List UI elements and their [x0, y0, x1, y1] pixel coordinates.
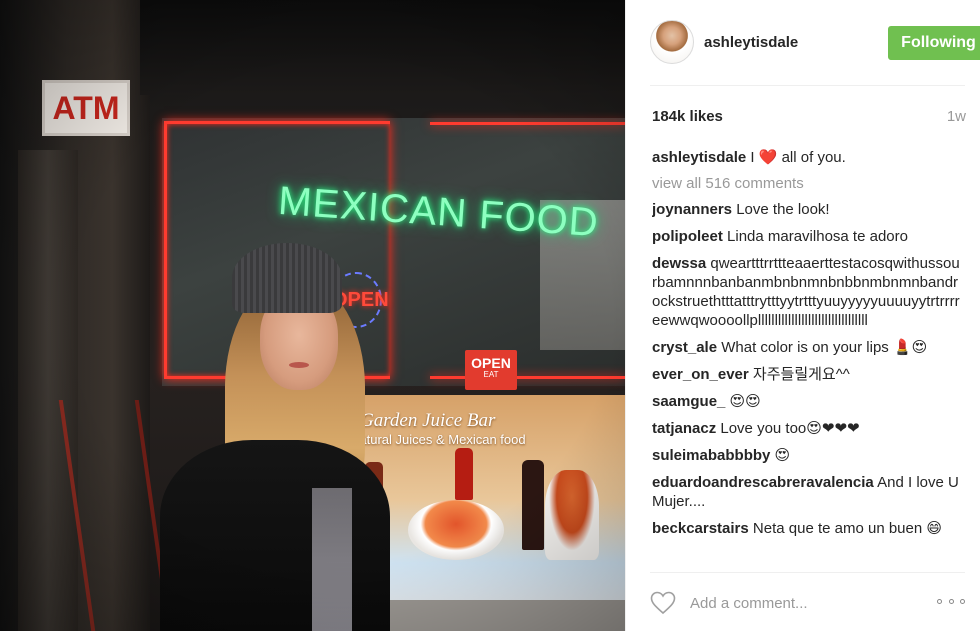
- caption-text-after: all of you.: [777, 149, 846, 166]
- sidewalk: [380, 600, 625, 631]
- comment-text: Love the look!: [736, 201, 830, 218]
- more-options-icon[interactable]: [937, 591, 965, 611]
- awning: [140, 0, 625, 95]
- comment-item: tatjanacz Love you too😍❤❤❤: [652, 419, 964, 438]
- comment-text: Neta que te amo un buen 😄: [752, 520, 943, 537]
- poster-subtitle: Natural Juices & Mexican food: [350, 432, 526, 447]
- likes-count[interactable]: 184k likes: [652, 108, 723, 125]
- soda-bottle: [522, 460, 544, 550]
- comment-item: polipoleet Linda maravilhosa te adoro: [652, 227, 964, 246]
- author-username[interactable]: ashleytisdale: [704, 34, 798, 51]
- comment-item: beckcarstairs Neta que te amo un buen 😄: [652, 519, 964, 538]
- post-side-panel: ashleytisdale Following 184k likes 1w as…: [625, 0, 980, 631]
- seafood-cocktail-glass: [545, 470, 599, 560]
- open-card-text: OPEN: [471, 355, 511, 371]
- comment-username[interactable]: dewssa: [652, 255, 706, 272]
- more-dot: [960, 598, 965, 604]
- comment-item: ever_on_ever 자주들릴게요^^: [652, 365, 964, 384]
- red-neon-strip-bottom: [430, 376, 625, 379]
- comment-text: Linda maravilhosa te adoro: [727, 228, 908, 245]
- comment-text: 😍😍: [729, 393, 761, 410]
- poster-title: Garden Juice Bar: [360, 410, 496, 431]
- comment-text: Love you too😍❤❤❤: [720, 420, 860, 437]
- comment-composer: [650, 572, 965, 631]
- open-card-subtext: EAT: [483, 370, 499, 380]
- atm-sign: ATM: [42, 80, 130, 136]
- comment-item: cryst_ale What color is on your lips 💄😍: [652, 338, 964, 357]
- comment-username[interactable]: ever_on_ever: [652, 366, 749, 383]
- comments-list: ashleytisdale I ❤️ all of you. view all …: [652, 148, 964, 568]
- open-card-sign: OPEN EAT: [465, 350, 517, 390]
- comment-item: eduardoandrescabreravalencia And I love …: [652, 473, 964, 511]
- stone-pillar: [18, 150, 78, 631]
- avatar[interactable]: [650, 20, 694, 64]
- more-dot: [937, 598, 942, 604]
- caption-text-before: I: [750, 149, 759, 166]
- heart-emoji: ❤️: [758, 149, 778, 166]
- caption-username[interactable]: ashleytisdale: [652, 149, 746, 166]
- caption: ashleytisdale I ❤️ all of you.: [652, 148, 964, 167]
- comment-text: What color is on your lips 💄😍: [721, 339, 928, 356]
- soup-bowl: [408, 500, 504, 560]
- post-photo[interactable]: ATM MEXICAN FOOD OPEN OPEN EAT Garden Ju…: [0, 0, 625, 631]
- comment-username[interactable]: tatjanacz: [652, 420, 716, 437]
- view-all-comments-link[interactable]: view all 516 comments: [652, 175, 964, 192]
- red-neon-strip-top: [430, 122, 625, 125]
- person-beanie: [232, 243, 342, 313]
- hot-sauce-bottle: [455, 448, 473, 500]
- comment-item: dewssa qweartttrrttteaaerttestacosqwithu…: [652, 254, 964, 330]
- comment-item: saamgue_ 😍😍: [652, 392, 964, 411]
- comment-username[interactable]: suleimababbbby: [652, 447, 770, 464]
- add-comment-input[interactable]: [690, 591, 910, 615]
- comment-item: joynanners Love the look!: [652, 200, 964, 219]
- person-jacket: [160, 440, 390, 631]
- post-timestamp[interactable]: 1w: [947, 108, 966, 125]
- post-viewer: ATM MEXICAN FOOD OPEN OPEN EAT Garden Ju…: [0, 0, 980, 631]
- following-button[interactable]: Following: [888, 26, 980, 60]
- comment-username[interactable]: eduardoandrescabreravalencia: [652, 474, 874, 491]
- comment-username[interactable]: joynanners: [652, 201, 732, 218]
- comment-text: 자주들릴게요^^: [752, 366, 850, 383]
- person-lips: [289, 362, 309, 368]
- comment-item: suleimababbbby 😍: [652, 446, 964, 465]
- heart-outline-icon[interactable]: [650, 591, 676, 615]
- post-header: ashleytisdale Following: [650, 0, 980, 86]
- comment-text: 😍: [774, 447, 791, 464]
- stats-row: 184k likes 1w: [652, 108, 966, 128]
- person-shirt: [312, 488, 352, 631]
- comment-username[interactable]: cryst_ale: [652, 339, 717, 356]
- more-dot: [948, 598, 954, 604]
- comment-username[interactable]: beckcarstairs: [652, 520, 749, 537]
- comment-username[interactable]: saamgue_: [652, 393, 725, 410]
- comment-username[interactable]: polipoleet: [652, 228, 723, 245]
